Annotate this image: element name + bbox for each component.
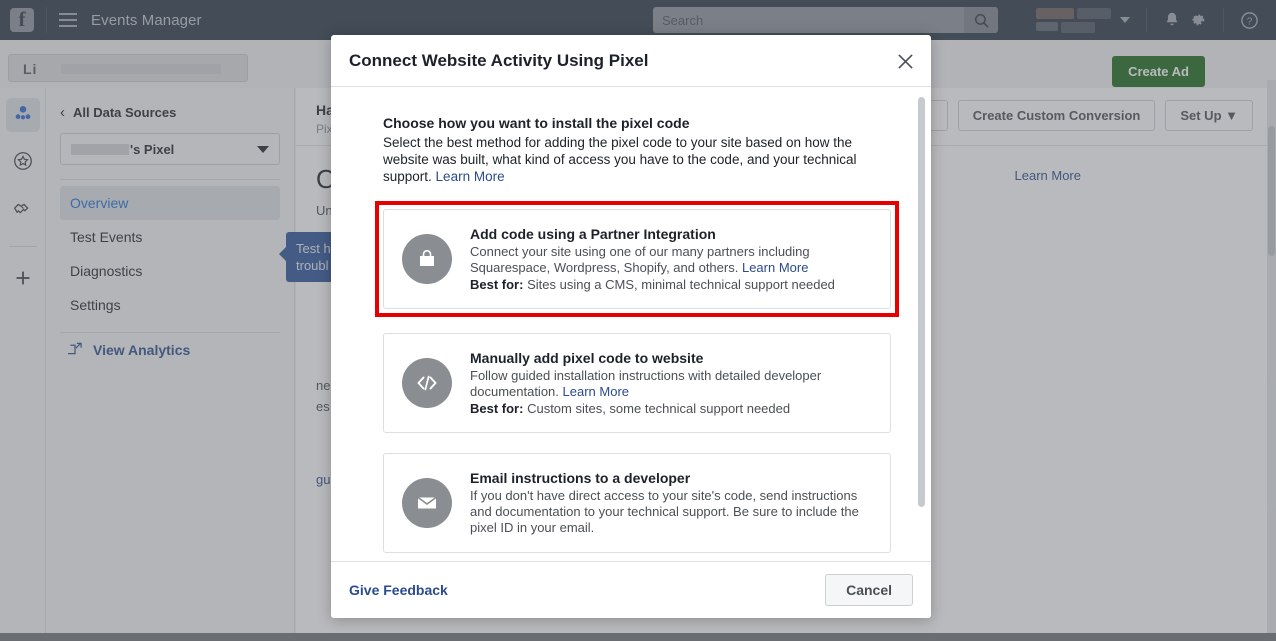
- install-description: Select the best method for adding the pi…: [383, 134, 863, 185]
- option-description-text: Follow guided installation instructions …: [470, 368, 822, 399]
- modal-header: Connect Website Activity Using Pixel: [331, 35, 931, 87]
- modal-scrollbar-thumb[interactable]: [918, 97, 925, 507]
- option-email-developer[interactable]: Email instructions to a developer If you…: [383, 453, 891, 553]
- give-feedback-link[interactable]: Give Feedback: [349, 582, 448, 598]
- option-manual-code[interactable]: Manually add pixel code to website Follo…: [383, 333, 891, 433]
- option-email-developer-wrap: Email instructions to a developer If you…: [383, 453, 891, 553]
- option-learn-more-link[interactable]: Learn More: [742, 260, 808, 275]
- option-best-for-label: Best for:: [470, 277, 524, 292]
- option-best-for: Best for: Sites using a CMS, minimal tec…: [470, 277, 872, 292]
- modal-scroll-area: Choose how you want to install the pixel…: [331, 87, 931, 561]
- option-manual-code-wrap: Manually add pixel code to website Follo…: [383, 333, 891, 433]
- install-heading: Choose how you want to install the pixel…: [383, 115, 690, 131]
- app-root: f Events Manager Search ? Li Create Ad ‹…: [0, 0, 1276, 641]
- close-icon[interactable]: [893, 49, 917, 73]
- cancel-button[interactable]: Cancel: [825, 574, 913, 606]
- option-title: Add code using a Partner Integration: [470, 226, 716, 242]
- option-best-for-label: Best for:: [470, 401, 524, 416]
- option-best-for-text: Custom sites, some technical support nee…: [527, 401, 791, 416]
- option-title: Manually add pixel code to website: [470, 350, 704, 366]
- option-best-for: Best for: Custom sites, some technical s…: [470, 401, 872, 416]
- option-title: Email instructions to a developer: [470, 470, 691, 486]
- option-learn-more-link[interactable]: Learn More: [563, 384, 629, 399]
- envelope-icon: [402, 478, 452, 528]
- option-best-for-text: Sites using a CMS, minimal technical sup…: [527, 277, 835, 292]
- modal-title: Connect Website Activity Using Pixel: [349, 50, 649, 70]
- shopping-bag-icon: [402, 234, 452, 284]
- option-description: If you don't have direct access to your …: [470, 488, 859, 535]
- option-description: Connect your site using one of our many …: [470, 244, 872, 276]
- modal-footer: Give Feedback Cancel: [331, 561, 931, 618]
- option-text: Manually add pixel code to website Follo…: [470, 350, 872, 416]
- bottom-strip: [0, 633, 1276, 641]
- option-partner-integration-highlight: Add code using a Partner Integration Con…: [375, 201, 899, 317]
- option-text: Add code using a Partner Integration Con…: [470, 226, 872, 292]
- install-description-learn-more-link[interactable]: Learn More: [436, 169, 505, 184]
- option-partner-integration[interactable]: Add code using a Partner Integration Con…: [383, 209, 891, 309]
- modal-scrollbar[interactable]: [918, 97, 925, 561]
- modal-body: Choose how you want to install the pixel…: [331, 87, 931, 561]
- connect-website-activity-modal: Connect Website Activity Using Pixel Cho…: [331, 35, 931, 618]
- option-text: Email instructions to a developer If you…: [470, 470, 872, 536]
- code-brackets-icon: [402, 358, 452, 408]
- option-description: Follow guided installation instructions …: [470, 368, 872, 400]
